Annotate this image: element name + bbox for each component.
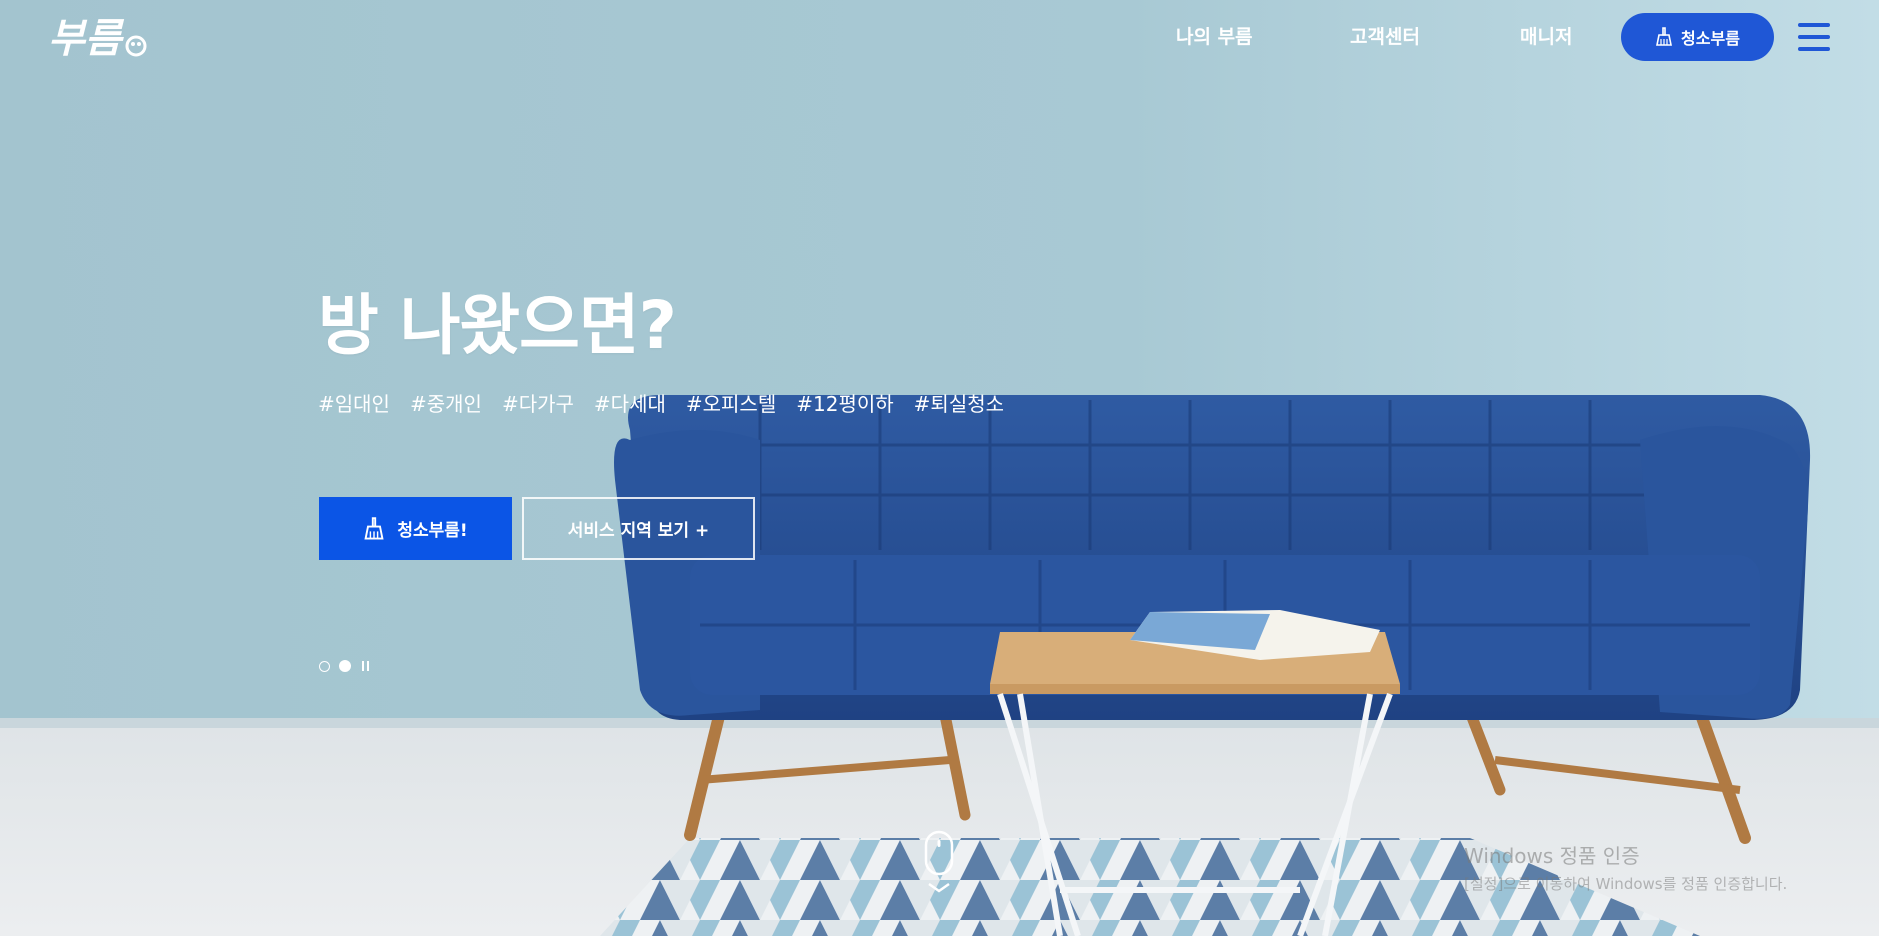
slider-dot-2[interactable] xyxy=(339,660,351,672)
pause-icon[interactable] xyxy=(362,661,369,671)
slider-controls xyxy=(319,660,369,672)
tag-officetel: #오피스텔 xyxy=(685,392,777,416)
tag-multi-family: #다세대 xyxy=(593,392,666,416)
slider-dot-1[interactable] xyxy=(319,660,330,672)
nav-manager[interactable]: 매니저 xyxy=(1520,22,1572,49)
tag-landlord: #임대인 xyxy=(318,392,390,416)
tag-broker: #중개인 xyxy=(409,392,482,416)
tag-under-12-pyeong: #12평이하 xyxy=(796,392,894,416)
hamburger-icon[interactable] xyxy=(1798,23,1830,51)
windows-activation-title: Windows 정품 인증 xyxy=(1464,844,1640,868)
nav-my-bureum[interactable]: 나의 부름 xyxy=(1176,22,1253,49)
broom-icon xyxy=(364,516,384,540)
site-header: 부름 나의 부름 고객센터 매니저 청소부름 xyxy=(0,0,1879,75)
hero-headline: 방 나왔으면? xyxy=(318,287,677,364)
windows-activation-subtitle: [설정]으로 이동하여 Windows를 정품 인증합니다. xyxy=(1464,875,1788,893)
hero-background-image xyxy=(0,0,1879,936)
nav-customer-center[interactable]: 고객센터 xyxy=(1350,22,1420,49)
logo-robot-icon xyxy=(125,35,147,57)
header-cta-label: 청소부름 xyxy=(1681,29,1740,48)
hero-tags: #임대인 #중개인 #다가구 #다세대 #오피스텔 #12평이하 #퇴실청소 xyxy=(318,388,1004,417)
broom-icon xyxy=(1656,27,1673,46)
bureum-logo[interactable]: 부름 xyxy=(46,8,152,66)
logo-text: 부름 xyxy=(48,16,125,62)
windows-activation-watermark: Windows 정품 인증 [설정]으로 이동하여 Windows를 정품 인증… xyxy=(1464,840,1787,894)
tag-multi-household: #다가구 xyxy=(501,392,574,416)
header-cleaning-request-button[interactable]: 청소부름 xyxy=(1621,13,1774,61)
cleaning-request-label: 청소부름! xyxy=(397,521,468,541)
tag-move-out-cleaning: #퇴실청소 xyxy=(913,392,1005,416)
cleaning-request-button[interactable]: 청소부름! xyxy=(319,497,512,560)
scroll-down-icon[interactable] xyxy=(924,830,954,896)
service-area-button[interactable]: 서비스 지역 보기 + xyxy=(522,497,755,560)
